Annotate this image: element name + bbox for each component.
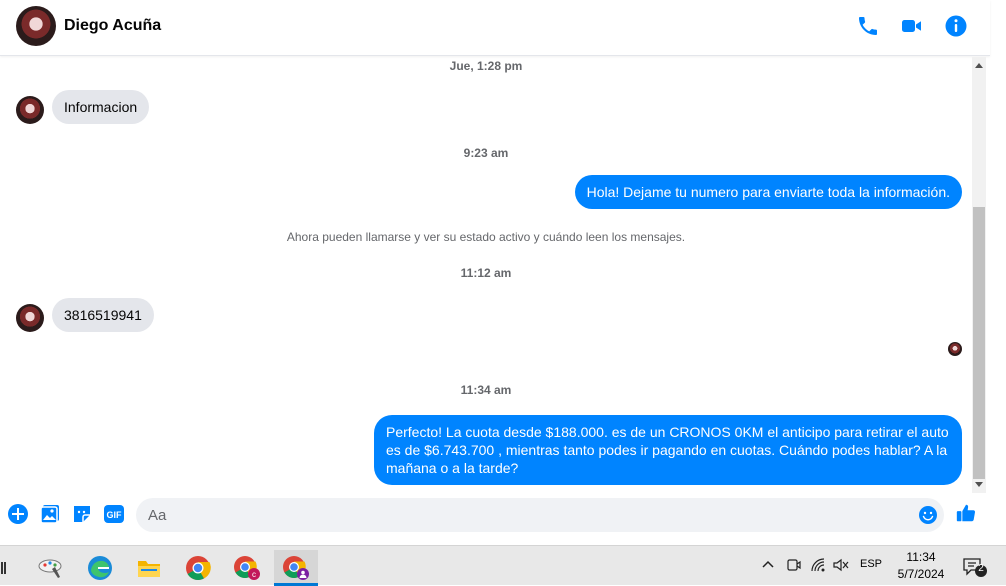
composer: GIF xyxy=(0,493,990,539)
task-view-icon[interactable] xyxy=(0,550,22,586)
meet-now-icon[interactable] xyxy=(786,557,802,576)
language-indicator[interactable]: ESP xyxy=(860,558,882,570)
timestamp: 11:12 am xyxy=(460,266,512,280)
paint-app-icon[interactable] xyxy=(29,550,73,586)
scroll-thumb[interactable] xyxy=(973,207,985,479)
svg-text:c: c xyxy=(252,570,256,579)
outgoing-message[interactable]: Perfecto! La cuota desde $188.000. es de… xyxy=(374,415,962,485)
message-input[interactable] xyxy=(148,498,908,532)
message-input-box[interactable] xyxy=(136,498,944,532)
timestamp: Jue, 1:28 pm xyxy=(449,59,523,73)
video-camera-icon[interactable] xyxy=(900,14,924,38)
chrome-profile-icon[interactable]: c xyxy=(225,550,269,586)
gif-icon[interactable]: GIF xyxy=(103,503,125,525)
chevron-up-icon[interactable] xyxy=(760,557,776,576)
clock[interactable]: 11:34 5/7/2024 xyxy=(890,549,952,583)
contact-avatar[interactable] xyxy=(16,6,56,46)
sticker-icon[interactable] xyxy=(71,503,93,525)
clock-time: 11:34 xyxy=(906,550,936,564)
contact-avatar-small[interactable] xyxy=(16,304,44,332)
info-icon[interactable] xyxy=(944,14,968,38)
gif-label: GIF xyxy=(107,510,123,520)
chat-header: Diego Acuña xyxy=(0,0,990,56)
scroll-up-arrow-icon[interactable] xyxy=(975,63,983,68)
messenger-window: Diego Acuña Jue, 1:28 pm Informacion 9:2… xyxy=(0,0,1006,545)
incoming-message[interactable]: Informacion xyxy=(52,90,150,124)
header-actions xyxy=(856,14,968,38)
like-icon[interactable] xyxy=(955,502,979,526)
chrome-active-icon[interactable] xyxy=(274,550,318,586)
outgoing-message[interactable]: Hola! Dejame tu numero para enviarte tod… xyxy=(574,175,962,209)
timestamp: 9:23 am xyxy=(463,146,509,160)
taskbar: c ESP 11:34 5/7/2024 2 xyxy=(0,545,1006,586)
edge-icon[interactable] xyxy=(78,550,122,586)
message-list[interactable]: Jue, 1:28 pm Informacion 9:23 am Hola! D… xyxy=(0,57,990,493)
notifications-icon[interactable]: 2 xyxy=(962,556,988,578)
timestamp: 11:34 am xyxy=(460,383,512,397)
chrome-icon[interactable] xyxy=(176,550,220,586)
file-explorer-icon[interactable] xyxy=(127,550,171,586)
wifi-icon[interactable] xyxy=(810,557,828,576)
notification-count: 2 xyxy=(978,563,984,574)
scrollbar[interactable] xyxy=(972,57,986,493)
contact-name[interactable]: Diego Acuña xyxy=(64,17,161,35)
contact-avatar-small[interactable] xyxy=(16,96,44,124)
image-icon[interactable] xyxy=(39,503,61,525)
system-notice: Ahora pueden llamarse y ver su estado ac… xyxy=(286,230,686,244)
read-receipt-avatar xyxy=(948,342,962,356)
incoming-message[interactable]: 3816519941 xyxy=(52,298,154,332)
phone-icon[interactable] xyxy=(856,14,880,38)
clock-date: 5/7/2024 xyxy=(897,567,945,581)
emoji-icon[interactable] xyxy=(918,505,938,525)
scroll-down-arrow-icon[interactable] xyxy=(975,482,983,487)
add-icon[interactable] xyxy=(7,503,29,525)
speaker-muted-icon[interactable] xyxy=(832,557,850,576)
